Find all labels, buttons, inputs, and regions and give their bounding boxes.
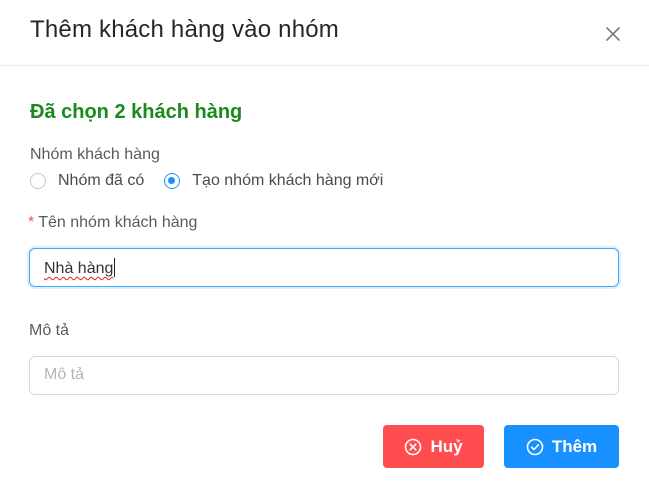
group-name-label-text: Tên nhóm khách hàng — [38, 214, 198, 231]
radio-button-checked[interactable] — [164, 173, 181, 189]
radio-existing-group-label: Nhóm đã có — [58, 172, 145, 189]
close-circle-icon — [405, 438, 422, 455]
selected-count-text: Đã chọn 2 khách hàng — [30, 101, 243, 123]
required-mark: * — [28, 214, 35, 231]
add-button[interactable]: Thêm — [504, 425, 619, 468]
add-button-label: Thêm — [551, 436, 598, 456]
group-name-value: Nhà hàng — [44, 260, 114, 277]
dialog-title: Thêm khách hàng vào nhóm — [30, 16, 339, 43]
group-name-input[interactable]: Nhà hàng — [29, 248, 619, 287]
description-input[interactable]: Mô tả — [29, 356, 619, 395]
group-name-label: * Tên nhóm khách hàng — [28, 214, 197, 232]
radio-new-group[interactable]: Tạo nhóm khách hàng mới — [164, 172, 383, 190]
cancel-button-label: Huỷ — [430, 436, 463, 456]
dialog-header: Thêm khách hàng vào nhóm — [0, 0, 649, 66]
check-circle-icon — [526, 438, 544, 455]
cancel-button[interactable]: Huỷ — [383, 425, 484, 468]
group-type-label: Nhóm khách hàng — [30, 146, 160, 163]
text-caret — [114, 258, 116, 277]
radio-button-unchecked[interactable] — [30, 173, 46, 189]
description-label: Mô tả — [29, 322, 70, 339]
close-button[interactable] — [601, 22, 625, 46]
close-icon — [606, 27, 620, 41]
radio-new-group-label: Tạo nhóm khách hàng mới — [192, 172, 384, 189]
radio-existing-group[interactable]: Nhóm đã có — [30, 172, 144, 190]
group-type-radio-group: Nhóm đã có Tạo nhóm khách hàng mới — [30, 172, 403, 190]
add-customers-to-group-dialog: Thêm khách hàng vào nhóm Đã chọn 2 khách… — [0, 0, 649, 499]
